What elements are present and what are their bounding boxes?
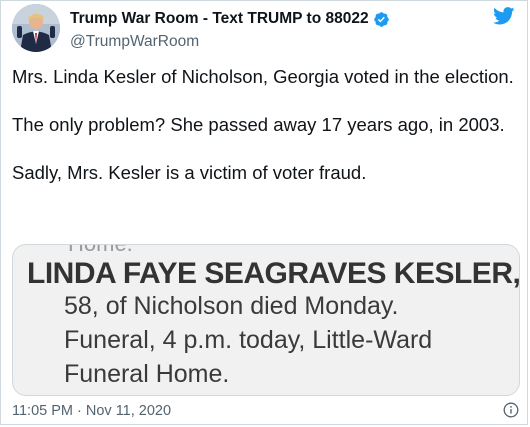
twitter-bird-icon[interactable] [493, 7, 515, 25]
tweet-paragraph: The only problem? She passed away 17 yea… [12, 114, 505, 135]
info-icon[interactable] [503, 402, 519, 418]
obituary-name: LINDA FAYE SEAGRAVES KESLER, [27, 257, 520, 290]
clipped-text: Home. [68, 245, 133, 257]
author-name-row[interactable]: Trump War Room - Text TRUMP to 88022 [70, 10, 390, 28]
tweet-paragraph: Mrs. Linda Kesler of Nicholson, Georgia … [12, 66, 514, 87]
user-handle[interactable]: @TrumpWarRoom [70, 33, 199, 51]
tweet-text: Mrs. Linda Kesler of Nicholson, Georgia … [12, 65, 517, 209]
obituary-line: Funeral Home. [64, 360, 230, 388]
tweet-timestamp[interactable]: 11:05 PM · Nov 11, 2020 [12, 403, 171, 419]
avatar-image [12, 4, 60, 52]
tweet-media-image[interactable]: Home. LINDA FAYE SEAGRAVES KESLER, 58, o… [12, 244, 520, 396]
tweet-card: Trump War Room - Text TRUMP to 88022 @Tr… [0, 0, 528, 425]
obituary-line: 58, of Nicholson died Monday. [64, 292, 399, 320]
tweet-paragraph: Sadly, Mrs. Kesler is a victim of voter … [12, 162, 367, 183]
verified-badge-icon [373, 11, 389, 27]
display-name[interactable]: Trump War Room - Text TRUMP to 88022 [70, 10, 369, 28]
obituary-line: Funeral, 4 p.m. today, Little-Ward [64, 326, 433, 354]
avatar[interactable] [12, 4, 60, 52]
